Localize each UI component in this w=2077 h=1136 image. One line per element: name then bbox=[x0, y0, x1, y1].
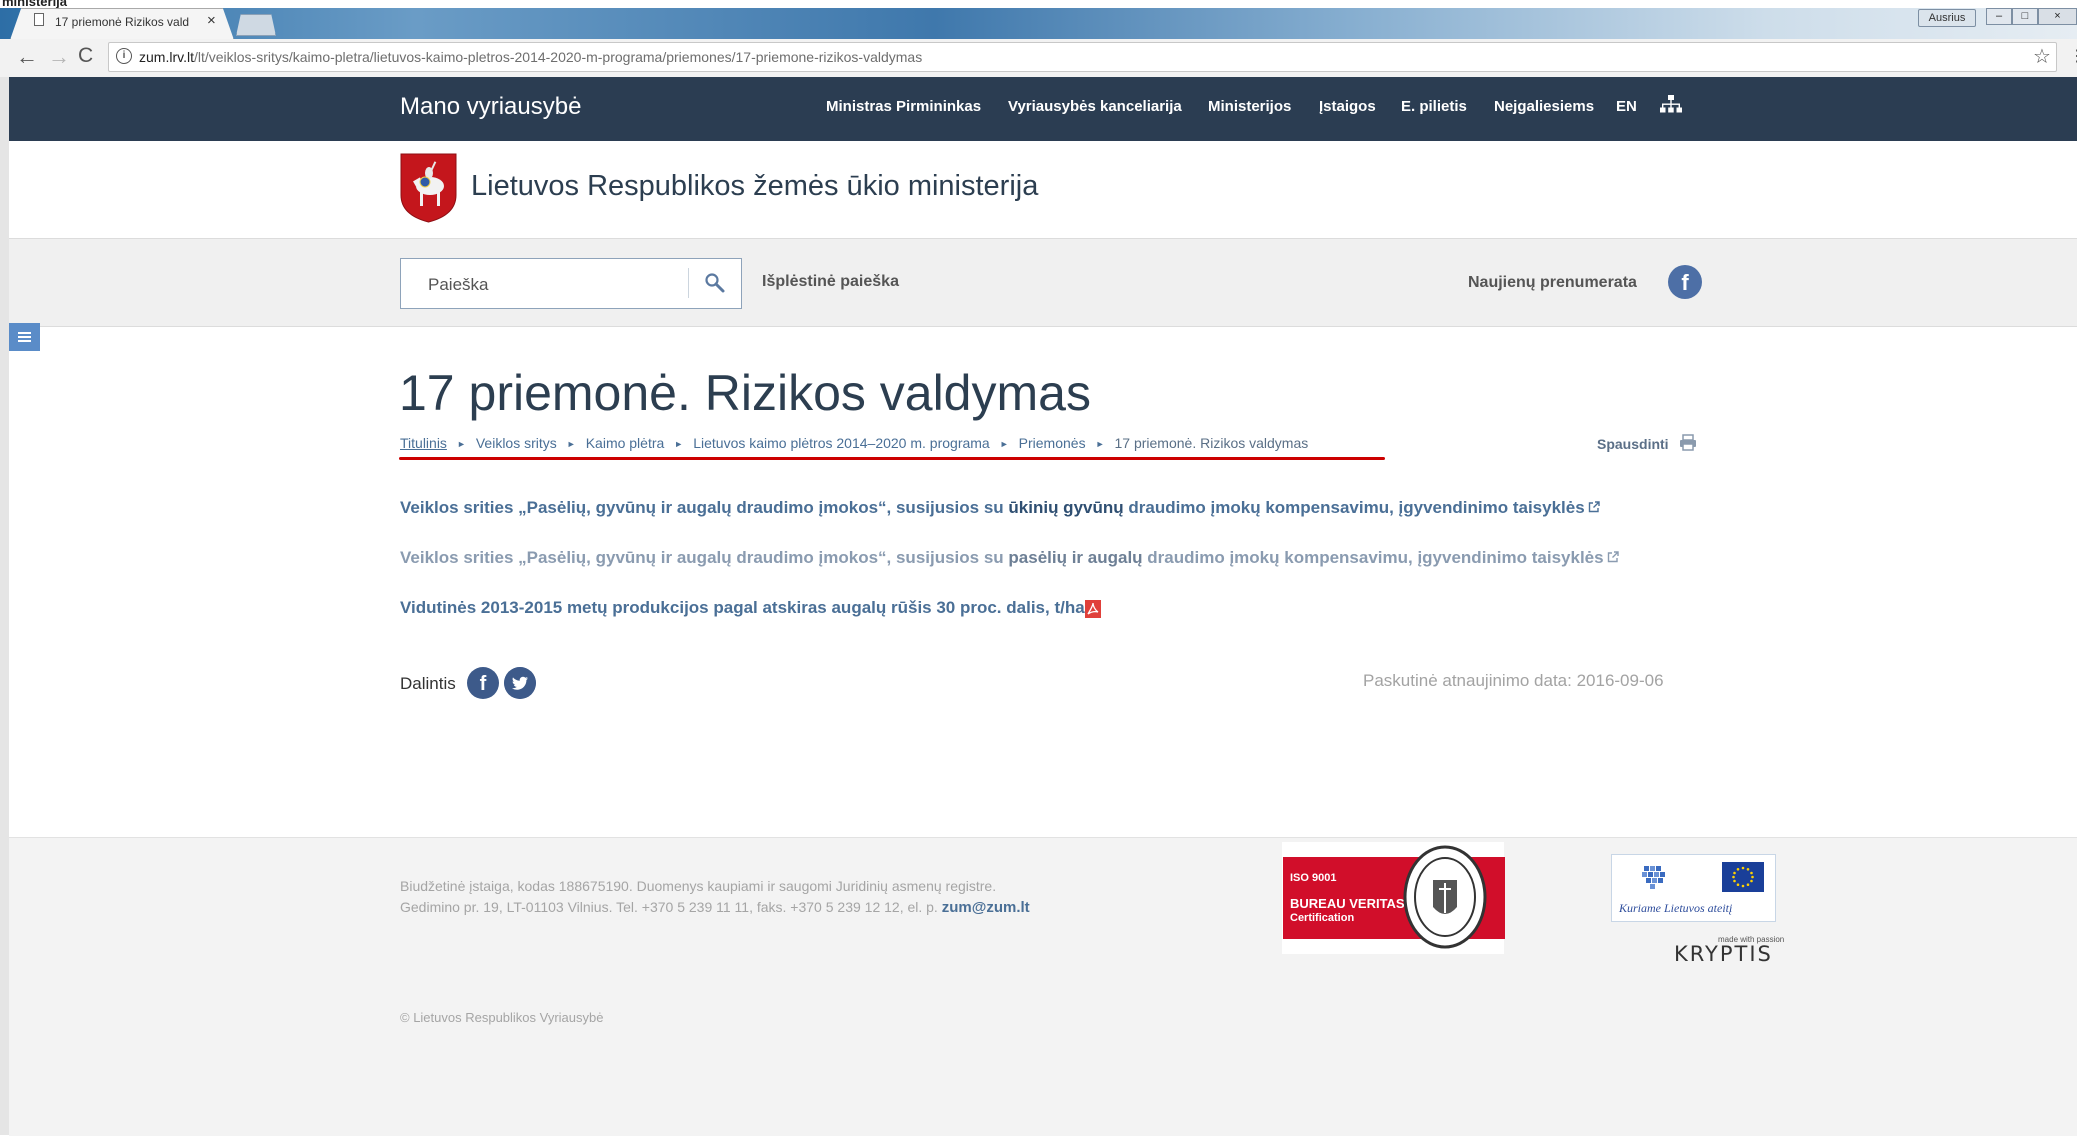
bv-cert-text: Certification bbox=[1290, 912, 1355, 924]
bureau-veritas-seal-icon bbox=[1403, 845, 1487, 949]
nav-link-ministras-pirmininkas[interactable]: Ministras Pirmininkas bbox=[826, 98, 981, 115]
external-link-icon bbox=[1607, 551, 1619, 563]
eu-structural-funds-icon bbox=[1642, 866, 1665, 889]
url-text[interactable]: zum.lrv.lt/lt/veiklos-sritys/kaimo-pletr… bbox=[139, 49, 922, 65]
document-link-produkcija-pdf[interactable]: Vidutinės 2013-2015 metų produkcijos pag… bbox=[400, 598, 1085, 618]
last-updated-date: Paskutinė atnaujinimo data: 2016-09-06 bbox=[1363, 671, 1664, 690]
link-text: Veiklos srities „Pasėlių, gyvūnų ir auga… bbox=[400, 498, 1009, 517]
link-emphasis: pasėlių ir augalų bbox=[1008, 548, 1143, 567]
browser-tab-bar bbox=[0, 8, 2077, 39]
advanced-search-link[interactable]: Išplėstinė paieška bbox=[762, 273, 899, 291]
breadcrumb-item-kaimo-pletra[interactable]: Kaimo plėtra bbox=[586, 435, 665, 451]
pdf-icon[interactable] bbox=[1085, 600, 1101, 618]
link-text: Veiklos srities „Pasėlių, gyvūnų ir auga… bbox=[400, 548, 1009, 567]
eu-flag-icon bbox=[1722, 862, 1764, 892]
breadcrumb-item-programa[interactable]: Lietuvos kaimo plėtros 2014–2020 m. prog… bbox=[693, 435, 990, 451]
document-link-gyvunu[interactable]: Veiklos srities „Pasėlių, gyvūnų ir auga… bbox=[400, 498, 1600, 518]
nav-link-nejgaliesiems[interactable]: Nejgaliesiems bbox=[1494, 98, 1594, 115]
url-host: zum.lrv.lt bbox=[139, 49, 194, 65]
back-arrow-icon[interactable]: ← bbox=[16, 44, 38, 70]
breadcrumb-separator-icon: ► bbox=[1095, 439, 1105, 449]
search-band bbox=[9, 238, 2077, 327]
link-text: Vidutinės 2013-2015 metų produkcijos pag… bbox=[400, 598, 1085, 617]
external-link-icon bbox=[1588, 501, 1600, 513]
new-tab-button[interactable] bbox=[236, 14, 276, 36]
nav-link-vyriausybes-kanceliarija[interactable]: Vyriausybės kanceliarija bbox=[1008, 98, 1182, 115]
facebook-icon[interactable]: f bbox=[1668, 265, 1702, 299]
footer-legal-text: Biudžetinė įstaiga, kodas 188675190. Duo… bbox=[400, 878, 997, 894]
window-top-strip bbox=[0, 0, 2077, 8]
share-facebook-icon[interactable]: f bbox=[467, 667, 499, 699]
nav-link-e-pilietis[interactable]: E. pilietis bbox=[1401, 98, 1467, 115]
document-link-paseliu[interactable]: Veiklos srities „Pasėlių, gyvūnų ir auga… bbox=[400, 548, 1619, 568]
breadcrumb-item-veiklos-sritys[interactable]: Veiklos sritys bbox=[476, 435, 557, 451]
kryptis-logo[interactable]: KRYPTIS bbox=[1674, 942, 1773, 966]
breadcrumb-item-titulinis[interactable]: Titulinis bbox=[400, 435, 447, 451]
breadcrumb-separator-icon: ► bbox=[999, 439, 1009, 449]
nav-link-ministerijos[interactable]: Ministerijos bbox=[1208, 98, 1291, 115]
share-label: Dalintis bbox=[400, 674, 456, 693]
copyright: © Lietuvos Respublikos Vyriausybė bbox=[400, 1010, 604, 1025]
nav-link-en[interactable]: EN bbox=[1616, 98, 1637, 115]
bookmark-star-icon[interactable]: ☆ bbox=[2033, 44, 2051, 69]
close-window-button[interactable]: × bbox=[2038, 8, 2077, 25]
eu-slogan: Kuriame Lietuvos ateitį bbox=[1619, 901, 1733, 915]
link-text: draudimo įmokų kompensavimu, įgyvendinim… bbox=[1142, 548, 1604, 567]
printer-icon[interactable] bbox=[1679, 434, 1697, 451]
breadcrumb-separator-icon: ► bbox=[674, 439, 684, 449]
search-icon[interactable] bbox=[704, 272, 726, 294]
footer-contact-text: Gedimino pr. 19, LT-01103 Vilnius. Tel. … bbox=[400, 899, 1030, 916]
ministry-name[interactable]: Lietuvos Respublikos žemės ūkio minister… bbox=[471, 170, 1038, 203]
nav-link-istaigos[interactable]: Įstaigos bbox=[1319, 98, 1376, 115]
breadcrumb-highlight-underline bbox=[399, 457, 1385, 460]
tab-close-icon[interactable]: × bbox=[207, 12, 216, 29]
side-menu-toggle[interactable] bbox=[9, 323, 40, 351]
breadcrumb-separator-icon: ► bbox=[456, 439, 466, 449]
page-title: 17 priemonė. Rizikos valdymas bbox=[399, 365, 1091, 421]
ministry-header bbox=[9, 141, 2077, 238]
search-placeholder[interactable]: Paieška bbox=[428, 275, 488, 295]
bv-iso-text: ISO 9001 bbox=[1290, 872, 1337, 884]
link-text: draudimo įmokų kompensavimu, įgyvendinim… bbox=[1123, 498, 1585, 517]
print-link[interactable]: Spausdinti bbox=[1597, 436, 1669, 452]
site-title[interactable]: Mano vyriausybė bbox=[400, 93, 581, 121]
bv-name-text: BUREAU VERITAS bbox=[1290, 896, 1405, 911]
breadcrumb-item-priemones[interactable]: Priemonės bbox=[1019, 435, 1086, 451]
info-icon[interactable]: i bbox=[116, 48, 132, 64]
minimize-button[interactable]: – bbox=[1986, 8, 2012, 25]
breadcrumb: Titulinis ► Veiklos sritys ► Kaimo plėtra ► Li… bbox=[400, 435, 1308, 451]
footer-address: Gedimino pr. 19, LT-01103 Vilnius. Tel. … bbox=[400, 899, 942, 915]
share-twitter-icon[interactable] bbox=[504, 667, 536, 699]
forward-arrow-icon[interactable]: → bbox=[48, 44, 70, 70]
sitemap-icon[interactable] bbox=[1660, 95, 1682, 115]
profile-button[interactable]: Ausrius bbox=[1918, 9, 1976, 27]
url-path: /lt/veiklos-sritys/kaimo-pletra/lietuvos… bbox=[193, 49, 923, 65]
footer-email-link[interactable]: zum@zum.lt bbox=[942, 899, 1030, 916]
tab-title: 17 priemonė Rizikos vald bbox=[55, 15, 190, 29]
coat-of-arms-logo[interactable] bbox=[400, 153, 457, 223]
link-emphasis: ūkinių gyvūnų bbox=[1008, 498, 1124, 517]
reload-icon[interactable]: C bbox=[78, 44, 93, 68]
window-left-frame bbox=[0, 77, 9, 1135]
page-icon bbox=[34, 13, 44, 26]
breadcrumb-item-current: 17 priemonė. Rizikos valdymas bbox=[1114, 435, 1309, 451]
maximize-button[interactable]: □ bbox=[2012, 8, 2038, 25]
newsletter-link[interactable]: Naujienų prenumerata bbox=[1468, 274, 1637, 292]
breadcrumb-separator-icon: ► bbox=[566, 439, 576, 449]
search-divider bbox=[688, 268, 689, 298]
browser-menu-icon[interactable]: ⋮ bbox=[2069, 46, 2077, 66]
